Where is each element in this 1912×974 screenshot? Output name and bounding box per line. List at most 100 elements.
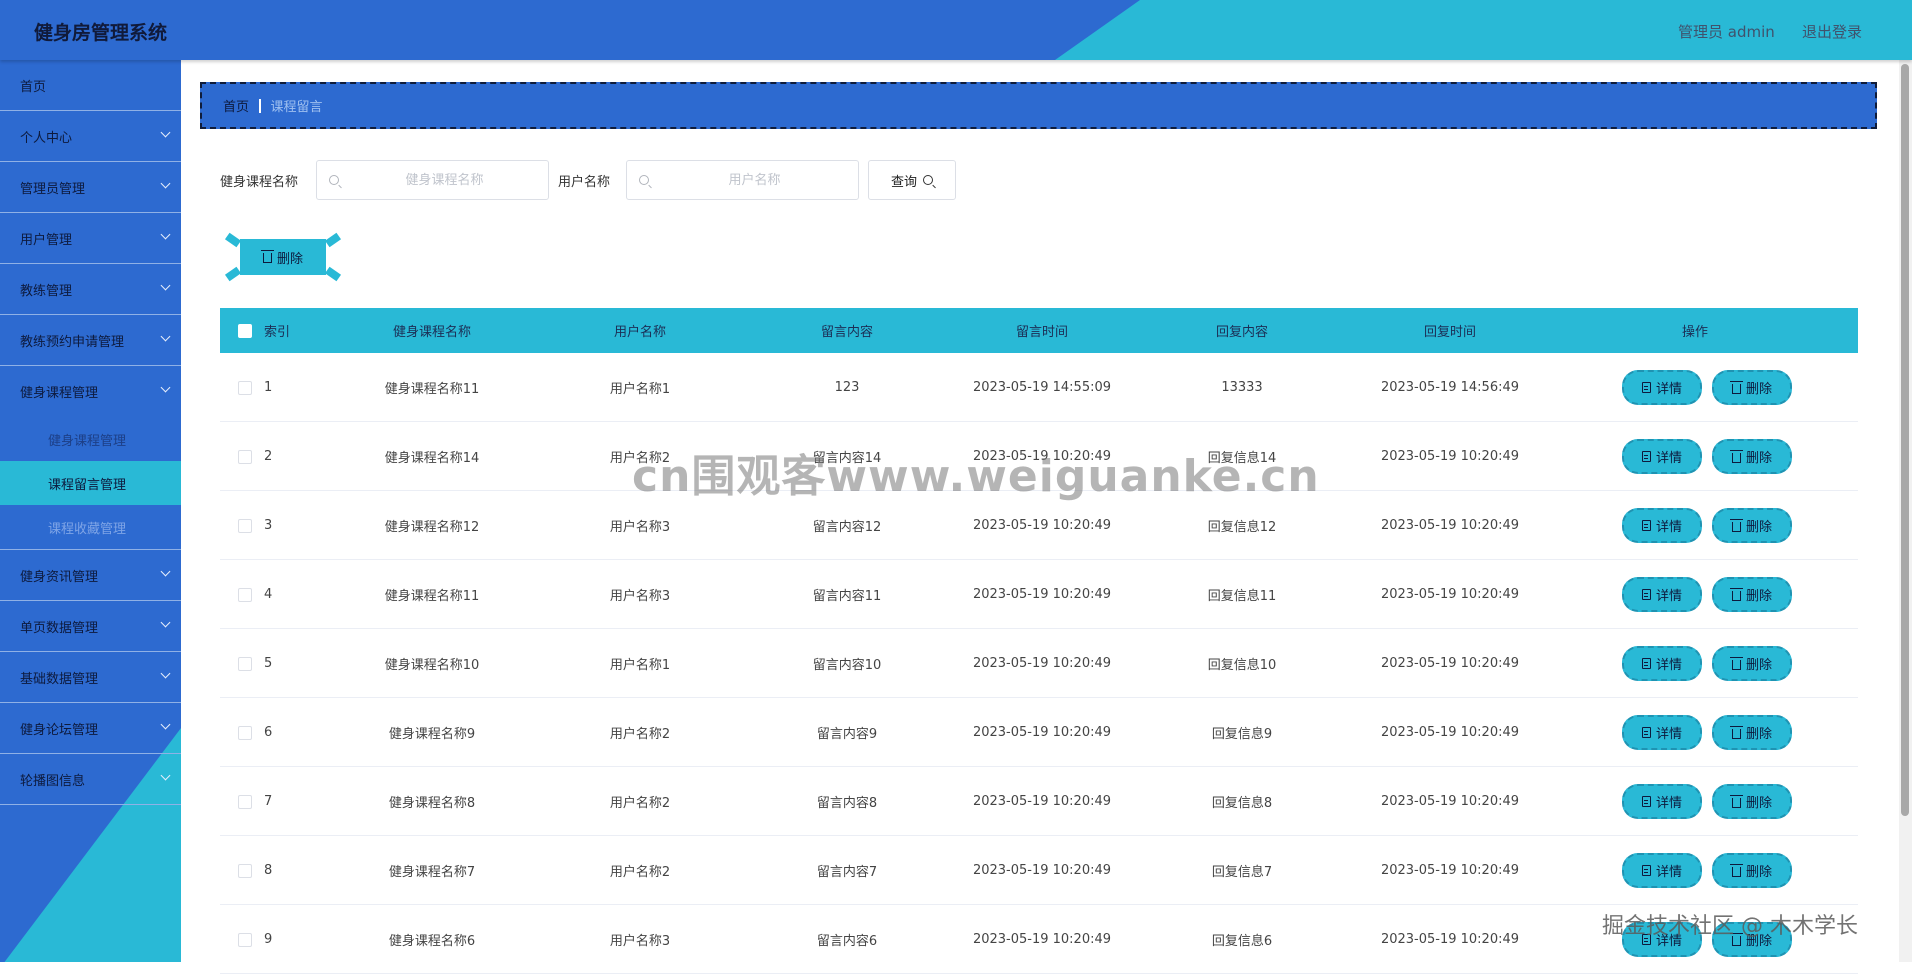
cell-time: 2023-05-19 10:20:49 (972, 655, 1112, 671)
detail-button[interactable]: 详情 (1622, 646, 1702, 681)
table-header: 索引 健身课程名称 用户名称 留言内容 留言时间 回复内容 回复时间 操作 (220, 308, 1858, 353)
user-name-input[interactable] (657, 161, 852, 199)
row-delete-button[interactable]: 删除 (1712, 370, 1792, 405)
cell-user: 用户名称1 (609, 657, 671, 673)
row-delete-button[interactable]: 删除 (1712, 784, 1792, 819)
row-checkbox[interactable] (238, 657, 252, 671)
row-delete-button[interactable]: 删除 (1712, 853, 1792, 888)
scroll-thumb[interactable] (1901, 64, 1909, 816)
breadcrumb: 首页 课程留言 (200, 82, 1877, 129)
cell-index: 4 (264, 586, 273, 602)
sidebar-item[interactable]: 健身论坛管理 (0, 703, 181, 754)
row-checkbox[interactable] (238, 519, 252, 533)
sidebar-item[interactable]: 首页 (0, 60, 181, 111)
detail-button[interactable]: 详情 (1622, 439, 1702, 474)
row-delete-button[interactable]: 删除 (1712, 577, 1792, 612)
row-delete-button[interactable]: 删除 (1712, 439, 1792, 474)
cell-index: 2 (264, 448, 273, 464)
row-checkbox[interactable] (238, 588, 252, 602)
cell-course: 健身课程名称11 (384, 588, 480, 604)
column-header: 索引 (264, 325, 291, 340)
row-checkbox[interactable] (238, 450, 252, 464)
sidebar-item[interactable]: 健身资讯管理 (0, 550, 181, 601)
row-delete-button-label: 删除 (1745, 451, 1772, 466)
cell-index: 9 (264, 931, 273, 947)
sidebar-item[interactable]: 轮播图信息 (0, 754, 181, 805)
row-checkbox[interactable] (238, 933, 252, 947)
column-header: 回复内容 (1215, 325, 1268, 340)
sidebar-item-label: 健身论坛管理 (20, 722, 99, 738)
decor-corner (324, 232, 342, 248)
row-delete-button-label: 删除 (1745, 589, 1772, 604)
cell-reply: 回复信息6 (1211, 933, 1273, 949)
table-row: 2 健身课程名称14 用户名称2 留言内容14 2023-05-19 10:20:49 回… (220, 422, 1858, 491)
sidebar-item[interactable]: 基础数据管理 (0, 652, 181, 703)
sidebar-item-label: 教练预约申请管理 (20, 334, 125, 350)
cell-user: 用户名称3 (609, 933, 671, 949)
sidebar-subitem[interactable]: 健身课程管理 (0, 417, 181, 461)
detail-button[interactable]: 详情 (1622, 922, 1702, 957)
trash-icon (1729, 656, 1743, 670)
detail-button[interactable]: 详情 (1622, 715, 1702, 750)
detail-button[interactable]: 详情 (1622, 370, 1702, 405)
breadcrumb-home[interactable]: 首页 (223, 96, 249, 115)
sidebar-item[interactable]: 用户管理 (0, 213, 181, 264)
detail-button-label: 详情 (1655, 658, 1682, 673)
table-row: 1 健身课程名称11 用户名称1 123 2023-05-19 14:55:09 1333… (220, 353, 1858, 422)
sidebar-item[interactable]: 健身课程管理 (0, 366, 181, 417)
cell-time: 2023-05-19 10:20:49 (972, 586, 1112, 602)
row-checkbox[interactable] (238, 381, 252, 395)
detail-button-label: 详情 (1655, 451, 1682, 466)
cell-user: 用户名称2 (609, 450, 671, 466)
sidebar-item[interactable]: 管理员管理 (0, 162, 181, 213)
row-delete-button[interactable]: 删除 (1712, 715, 1792, 750)
detail-button[interactable]: 详情 (1622, 853, 1702, 888)
batch-delete-label: 删除 (276, 251, 303, 267)
sidebar-item[interactable]: 个人中心 (0, 111, 181, 162)
trash-icon (1729, 518, 1743, 532)
row-checkbox[interactable] (238, 864, 252, 878)
sidebar-item[interactable]: 教练预约申请管理 (0, 315, 181, 366)
table-row: 7 健身课程名称8 用户名称2 留言内容8 2023-05-19 10:20:49 回复信… (220, 767, 1858, 836)
chevron-down-icon (160, 770, 171, 781)
detail-button-label: 详情 (1655, 796, 1682, 811)
app-title: 健身房管理系统 (34, 22, 168, 44)
sidebar-item[interactable]: 教练管理 (0, 264, 181, 315)
trash-icon (1729, 863, 1743, 877)
row-checkbox[interactable] (238, 795, 252, 809)
select-all-checkbox[interactable] (238, 324, 252, 338)
document-icon (1641, 382, 1651, 393)
document-icon (1641, 934, 1651, 945)
sidebar-subitem[interactable]: 课程留言管理 (0, 461, 181, 505)
cell-time: 2023-05-19 10:20:49 (972, 793, 1112, 809)
sidebar-subitem[interactable]: 课程收藏管理 (0, 505, 181, 549)
detail-button[interactable]: 详情 (1622, 508, 1702, 543)
cell-course: 健身课程名称11 (384, 381, 480, 397)
detail-button[interactable]: 详情 (1622, 784, 1702, 819)
row-delete-button-label: 删除 (1745, 382, 1772, 397)
table-body: 1 健身课程名称11 用户名称1 123 2023-05-19 14:55:09 1333… (220, 353, 1858, 974)
row-delete-button-label: 删除 (1745, 520, 1772, 535)
row-delete-button[interactable]: 删除 (1712, 922, 1792, 957)
course-name-input[interactable] (347, 161, 542, 199)
detail-button[interactable]: 详情 (1622, 577, 1702, 612)
query-button[interactable]: 查询 (868, 160, 956, 200)
column-header: 留言时间 (1015, 325, 1068, 340)
detail-button-label: 详情 (1655, 520, 1682, 535)
batch-delete-button[interactable]: 删除 (224, 232, 342, 282)
row-delete-button[interactable]: 删除 (1712, 508, 1792, 543)
header-accent-shape (1055, 0, 1912, 60)
document-icon (1641, 727, 1651, 738)
cell-time: 2023-05-19 10:20:49 (972, 448, 1112, 464)
row-delete-button[interactable]: 删除 (1712, 646, 1792, 681)
search-icon (923, 175, 933, 185)
cell-reply: 回复信息14 (1207, 450, 1277, 466)
sidebar-item[interactable]: 单页数据管理 (0, 601, 181, 652)
trash-icon (1729, 449, 1743, 463)
sidebar-item-label: 基础数据管理 (20, 671, 99, 687)
logout-link[interactable]: 退出登录 (1802, 21, 1862, 42)
cell-reply-time: 2023-05-19 10:20:49 (1380, 724, 1520, 740)
row-checkbox[interactable] (238, 726, 252, 740)
cell-index: 8 (264, 862, 273, 878)
page-scrollbar[interactable] (1899, 60, 1912, 962)
